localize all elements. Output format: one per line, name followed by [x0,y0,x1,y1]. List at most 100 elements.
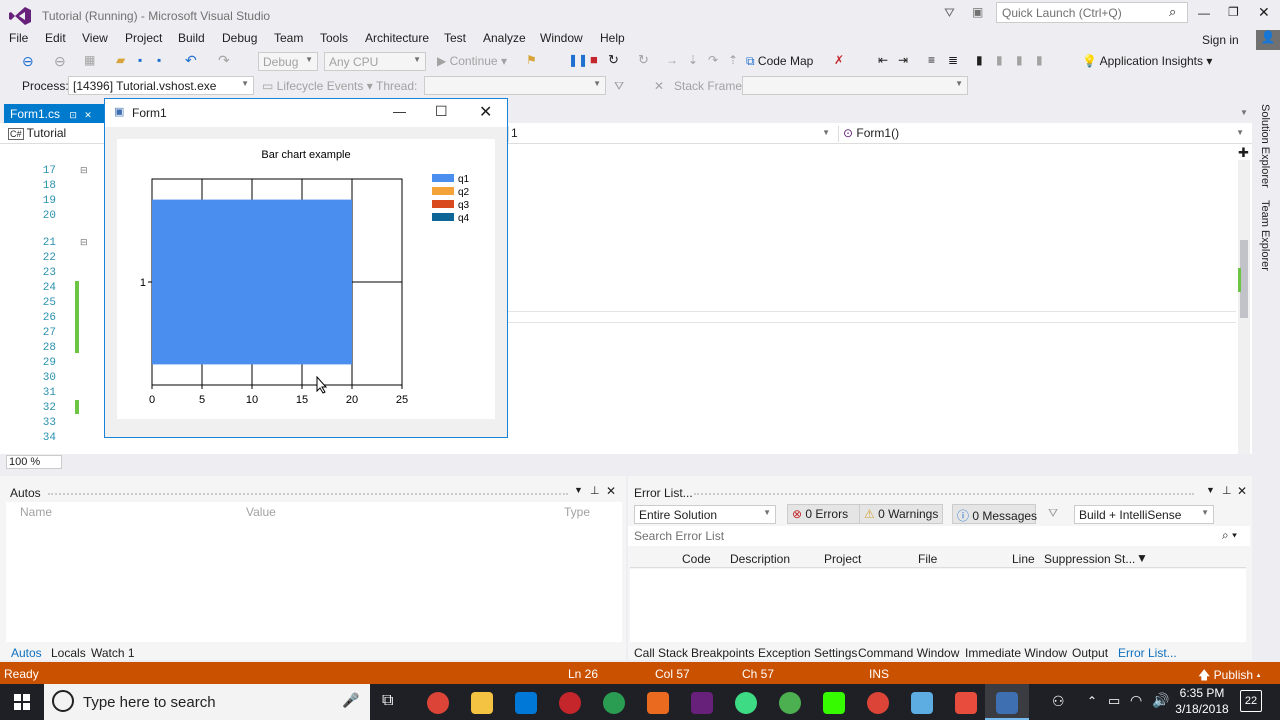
close-icon[interactable]: ✕ [1258,4,1270,21]
tab-close-icon[interactable]: ✕ [84,110,92,120]
indent-icon[interactable]: ⇤ [878,53,888,67]
editor-scrollbar[interactable] [1238,160,1250,454]
platform-select[interactable]: Any CPU ▼ [324,52,426,71]
taskbar-search-box[interactable]: Type here to search 🎤 [44,684,370,720]
warnings-filter-button[interactable]: ⚠ 0 Warnings [859,504,943,524]
collapse-icon[interactable]: ⊟ [80,165,88,176]
app-red-icon[interactable] [559,692,581,714]
col-file[interactable]: File [918,552,937,566]
process-select[interactable]: [14396] Tutorial.vshost.exe ▼ [68,76,254,95]
step-out-icon[interactable]: ⇡ [728,53,738,67]
file-explorer-icon[interactable] [471,692,493,714]
search-icon[interactable]: ⌕ [1169,4,1176,20]
feedback-icon[interactable]: ▣ [972,5,983,19]
sign-in-link[interactable]: Sign in [1202,33,1239,47]
menu-debug[interactable]: Debug [222,31,257,45]
wifi-icon[interactable]: ◠ [1130,692,1142,709]
form1-taskbar-item[interactable] [985,684,1029,720]
menu-edit[interactable]: Edit [45,31,66,45]
error-search-icon[interactable]: ⌕ ▾ [1222,528,1237,543]
editor-scrollbar-thumb[interactable] [1240,240,1248,318]
team-explorer-tab[interactable]: Team Explorer [1259,200,1271,271]
next-bookmark-icon[interactable]: ▮ [1016,53,1023,67]
autos-pin-icon[interactable]: ⊥ [590,484,600,497]
volume-icon[interactable]: 🔊 [1152,692,1169,709]
menu-file[interactable]: File [9,31,28,45]
menu-architecture[interactable]: Architecture [365,31,429,45]
menu-build[interactable]: Build [178,31,205,45]
collapse-icon-2[interactable]: ⊟ [80,237,88,248]
undo-icon[interactable]: ↶ [185,52,197,69]
col-project[interactable]: Project [824,552,861,566]
menu-view[interactable]: View [82,31,108,45]
restore-icon[interactable]: ❐ [1228,5,1239,19]
menu-analyze[interactable]: Analyze [483,31,526,45]
error-list-menu-icon[interactable]: ▼ [1206,485,1215,495]
solution-explorer-tab[interactable]: Solution Explorer [1259,104,1271,188]
tab-error-list[interactable]: Error List... [1118,646,1177,660]
col-description[interactable]: Description [730,552,790,566]
project-nav-select[interactable]: C# Tutorial [8,126,104,142]
menu-project[interactable]: Project [125,31,162,45]
error-search-input[interactable]: Search Error List ⌕ ▾ [628,526,1250,546]
col-line[interactable]: Line [1012,552,1035,566]
tab-watch1[interactable]: Watch 1 [91,646,135,660]
microphone-icon[interactable]: 🎤 [342,692,359,709]
bookmark-icon[interactable]: ▮ [976,53,983,67]
autos-close-icon[interactable]: ✕ [606,484,616,498]
lifecycle-events-button[interactable]: ▭ Lifecycle Events ▾ [262,79,373,93]
clear-bookmarks-icon[interactable]: ▮ [1036,53,1043,67]
attach-icon[interactable]: ⚑ [526,53,537,67]
android-studio-icon[interactable] [735,692,757,714]
app-orange-icon[interactable] [647,692,669,714]
windows-start-icon[interactable] [14,694,30,710]
clock-time[interactable]: 6:35 PM [1178,686,1226,700]
menu-help[interactable]: Help [600,31,625,45]
thread-select[interactable]: ▼ [424,76,606,95]
chrome-icon[interactable] [427,692,449,714]
battery-icon[interactable]: ▭ [1108,693,1120,709]
code-map-button[interactable]: ⧉ Code Map [746,54,813,69]
form-close-icon[interactable]: ✕ [479,102,492,122]
error-list-pin-icon[interactable]: ⊥ [1222,484,1232,497]
back-icon[interactable]: ⊖ [22,53,34,70]
account-icon[interactable]: 👤 [1256,30,1280,50]
tab-output[interactable]: Output [1072,646,1108,660]
tab-breakpoints[interactable]: Breakpoints [691,646,754,660]
autos-menu-icon[interactable]: ▼ [574,485,583,495]
flag-thread-icon[interactable]: ⛛ [614,79,624,94]
save-icon[interactable]: ▪ [138,53,142,67]
exception-icon[interactable]: ✗ [834,53,844,67]
stop-icon[interactable]: ■ [590,52,598,67]
outdent-icon[interactable]: ⇥ [898,53,908,67]
prev-bookmark-icon[interactable]: ▮ [996,53,1003,67]
app-blue-icon[interactable] [911,692,933,714]
tab-exception-settings[interactable]: Exception Settings [758,646,857,660]
build-filter-select[interactable]: Build + IntelliSense ▼ [1074,505,1214,524]
open-file-icon[interactable]: ▰ [116,53,125,67]
task-view-icon[interactable]: ⧉ [382,692,393,710]
tab-call-stack[interactable]: Call Stack [634,646,688,660]
member-nav-select[interactable]: ⊙ Form1() ▼ [838,126,1248,142]
filter-feedback-icon[interactable]: ⛛ [944,5,955,21]
store-icon[interactable] [515,692,537,714]
show-next-statement-icon[interactable]: ↻ [638,52,649,68]
col-suppression[interactable]: Suppression St... [1044,552,1135,566]
form-minimize-icon[interactable]: — [393,104,406,119]
split-window-icon[interactable]: ✚ [1238,145,1249,161]
form-maximize-icon[interactable]: ☐ [435,103,448,120]
step-back-icon[interactable]: ↷ [708,53,718,67]
menu-test[interactable]: Test [444,31,466,45]
application-insights-button[interactable]: 💡 Application Insights ▾ [1082,54,1212,68]
visual-studio-taskbar-icon[interactable] [691,692,713,714]
people-icon[interactable]: ⚇ [1052,693,1065,710]
action-center-icon[interactable]: 22 [1240,690,1262,712]
error-scope-select[interactable]: Entire Solution ▼ [634,505,776,524]
utorrent-icon[interactable] [779,692,801,714]
continue-button[interactable]: ▶ Continue ▾ [437,54,507,68]
tab-command-window[interactable]: Command Window [858,646,959,660]
minimize-icon[interactable]: — [1198,6,1210,20]
tab-autos[interactable]: Autos [11,646,42,660]
tab-form1-cs[interactable]: Form1.cs ⊡ ✕ [4,104,104,123]
zoom-select[interactable]: 100 % [6,455,62,469]
